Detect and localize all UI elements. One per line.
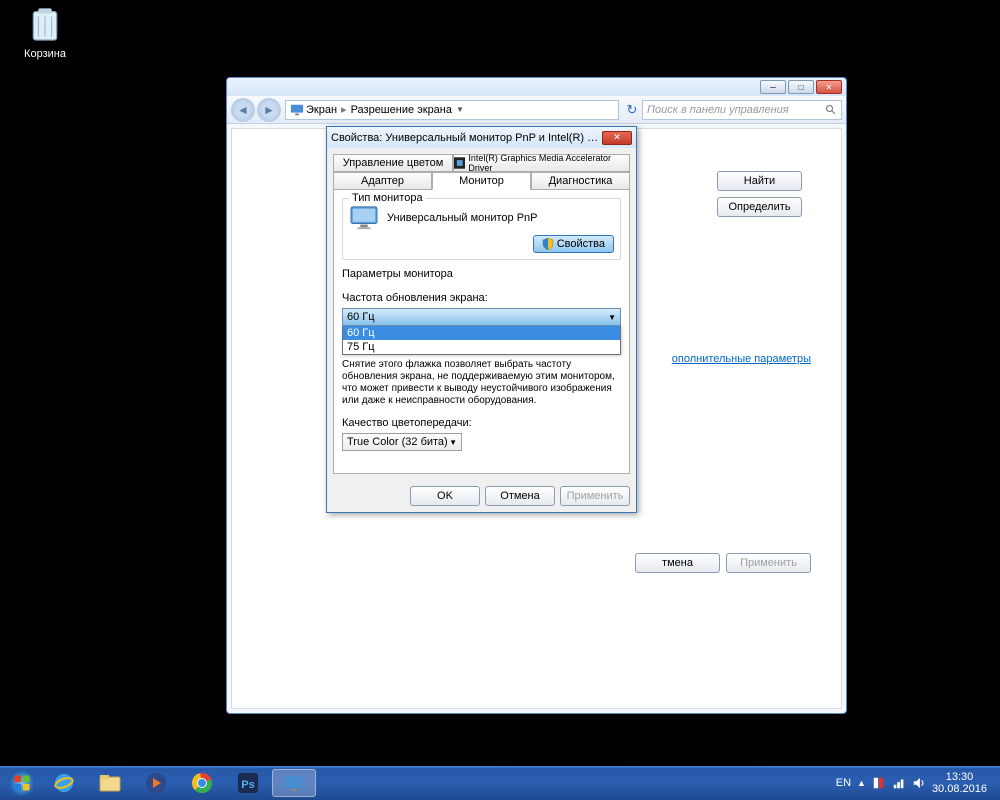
dialog-cancel-button[interactable]: Отмена [485, 486, 555, 506]
search-placeholder: Поиск в панели управления [647, 104, 789, 116]
dialog-titlebar[interactable]: Свойства: Универсальный монитор PnP и In… [327, 127, 636, 148]
color-quality-combobox[interactable]: True Color (32 бита) ▼ [342, 433, 462, 451]
refresh-rate-combobox[interactable]: 60 Гц ▼ [342, 308, 621, 326]
dialog-title: Свойства: Универсальный монитор PnP и In… [331, 132, 602, 144]
maximize-button[interactable]: □ [788, 80, 814, 94]
tab-intel-driver[interactable]: Intel(R) Graphics Media Accelerator Driv… [453, 154, 630, 172]
language-indicator[interactable]: EN [836, 777, 851, 789]
refresh-option-75[interactable]: 75 Гц [343, 340, 620, 354]
params-label: Параметры монитора [342, 268, 621, 280]
chevron-down-icon: ▼ [608, 313, 616, 322]
monitor-icon [290, 103, 304, 117]
tray-up-icon[interactable]: ▲ [857, 778, 866, 788]
cp-titlebar[interactable]: ─ □ ✕ [227, 78, 846, 96]
tab-color-management[interactable]: Управление цветом [333, 154, 453, 172]
taskbar-media-player[interactable] [134, 769, 178, 797]
dialog-close-button[interactable]: ✕ [602, 131, 632, 145]
monitor-type-label: Тип монитора [349, 192, 426, 204]
refresh-option-60[interactable]: 60 Гц [343, 326, 620, 340]
breadcrumb-current[interactable]: Разрешение экрана [351, 104, 452, 116]
system-tray: EN ▲ 13:30 30.08.2016 [836, 771, 997, 795]
properties-dialog: Свойства: Универсальный монитор PnP и In… [326, 126, 637, 513]
color-quality-label: Качество цветопередачи: [342, 417, 621, 429]
search-input[interactable]: Поиск в панели управления [642, 100, 842, 120]
flag-icon[interactable] [872, 776, 886, 790]
monitor-type-group: Тип монитора Универсальный монитор PnP С… [342, 198, 621, 260]
recycle-bin-label: Корзина [15, 48, 75, 60]
dialog-apply-button: Применить [560, 486, 630, 506]
refresh-rate-dropdown: 60 Гц 75 Гц [342, 325, 621, 355]
minimize-button[interactable]: ─ [760, 80, 786, 94]
identify-button[interactable]: Определить [717, 197, 802, 217]
close-button[interactable]: ✕ [816, 80, 842, 94]
find-button[interactable]: Найти [717, 171, 802, 191]
volume-icon[interactable] [912, 776, 926, 790]
dialog-ok-button[interactable]: OK [410, 486, 480, 506]
clock[interactable]: 13:30 30.08.2016 [932, 771, 987, 795]
shield-icon [542, 238, 554, 250]
start-button[interactable] [3, 768, 41, 798]
network-icon[interactable] [892, 776, 906, 790]
cp-navigation: ◄ ► Экран ▸ Разрешение экрана ▼ ↻ Поиск … [227, 96, 846, 124]
breadcrumb[interactable]: Экран ▸ Разрешение экрана ▼ [285, 100, 619, 120]
tab-adapter[interactable]: Адаптер [333, 172, 432, 190]
breadcrumb-root[interactable]: Экран [306, 104, 337, 116]
monitor-name: Универсальный монитор PnP [387, 212, 538, 224]
cp-cancel-button[interactable]: тмена [635, 553, 720, 573]
clock-date: 30.08.2016 [932, 783, 987, 795]
clock-time: 13:30 [932, 771, 987, 783]
cp-apply-button: Применить [726, 553, 811, 573]
taskbar-chrome[interactable] [180, 769, 224, 797]
svg-text:Ps: Ps [241, 779, 254, 791]
monitor-params-group: Параметры монитора Частота обновления эк… [342, 268, 621, 451]
taskbar-ie[interactable] [42, 769, 86, 797]
recycle-bin-icon[interactable]: Корзина [15, 5, 75, 60]
taskbar: Ps EN ▲ 13:30 30.08.2016 [0, 766, 1000, 800]
display-icon [349, 205, 379, 231]
chevron-down-icon: ▼ [449, 438, 457, 447]
intel-icon [454, 157, 465, 169]
taskbar-active-app[interactable] [272, 769, 316, 797]
nav-forward-button[interactable]: ► [257, 98, 281, 122]
refresh-note: Снятие этого флажка позволяет выбрать ча… [342, 359, 621, 407]
taskbar-photoshop[interactable]: Ps [226, 769, 270, 797]
advanced-settings-link[interactable]: ополнительные параметры [672, 353, 811, 365]
refresh-rate-label: Частота обновления экрана: [342, 292, 621, 304]
tab-monitor[interactable]: Монитор [432, 172, 531, 190]
refresh-button[interactable]: ↻ [622, 102, 642, 118]
search-icon [825, 104, 837, 116]
taskbar-explorer[interactable] [88, 769, 132, 797]
nav-back-button[interactable]: ◄ [231, 98, 255, 122]
monitor-properties-button[interactable]: Свойства [533, 235, 614, 253]
tab-diagnostics[interactable]: Диагностика [531, 172, 630, 190]
